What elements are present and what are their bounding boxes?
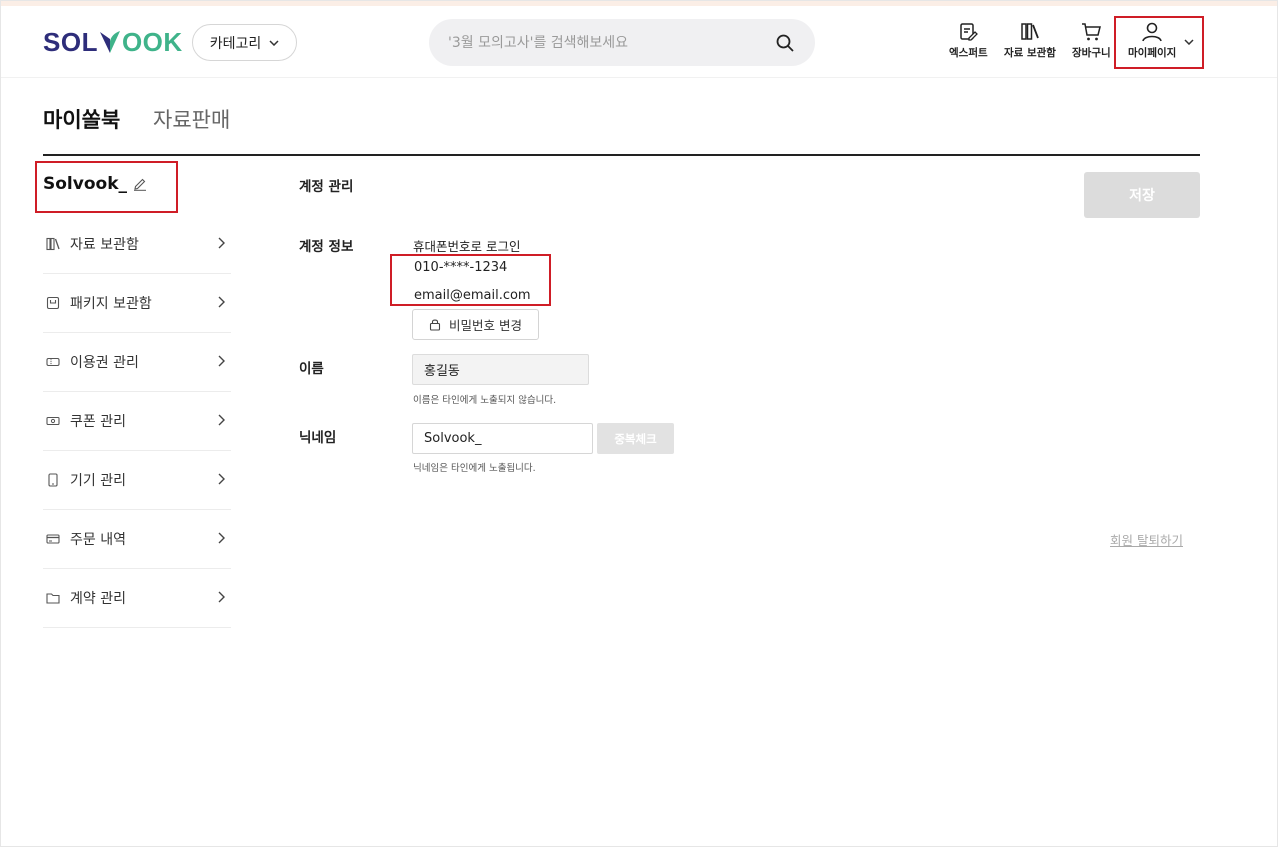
sidebar-menu: 자료 보관함 패키지 보관함 이용권 관리 쿠폰 관리 기기 관리 주문 내역 … — [43, 215, 231, 628]
mypage-chevron-down-icon[interactable] — [1184, 39, 1194, 45]
nickname-label: 닉네임 — [299, 430, 337, 446]
nav-cart-label: 장바구니 — [1072, 47, 1111, 59]
books-icon — [46, 236, 62, 252]
folder-icon — [46, 590, 62, 606]
nav-expert[interactable]: 엑스퍼트 — [949, 22, 988, 60]
save-button[interactable]: 저장 — [1084, 172, 1200, 218]
profile-name: Solvook_ — [43, 174, 147, 194]
email-address: email@email.com — [414, 288, 531, 303]
login-method-text: 휴대폰번호로 로그인 — [413, 239, 521, 254]
name-field — [412, 354, 589, 385]
chevron-right-icon — [218, 355, 225, 367]
search-input[interactable] — [448, 19, 768, 66]
tab-sell-materials[interactable]: 자료판매 — [153, 104, 230, 134]
change-password-button[interactable]: 비밀번호 변경 — [412, 309, 539, 340]
coupon-icon — [46, 413, 62, 429]
card-icon — [46, 531, 62, 547]
logo-text-left: SOL — [43, 26, 98, 57]
chevron-right-icon — [218, 296, 225, 308]
sidebar-item-label: 주문 내역 — [70, 532, 126, 548]
sidebar-item-label: 자료 보관함 — [70, 237, 139, 253]
name-label: 이름 — [299, 361, 324, 377]
package-icon — [46, 295, 62, 311]
sidebar-item-library[interactable]: 자료 보관함 — [43, 215, 231, 274]
chevron-right-icon — [218, 591, 225, 603]
search-icon[interactable] — [775, 33, 795, 53]
name-hint: 이름은 타인에게 노출되지 않습니다. — [413, 395, 557, 406]
expert-icon — [960, 23, 979, 41]
user-icon — [1142, 22, 1162, 42]
pencil-icon[interactable] — [133, 177, 147, 191]
phone-number: 010-****-1234 — [414, 260, 508, 275]
nickname-field[interactable] — [412, 423, 593, 454]
change-password-label: 비밀번호 변경 — [449, 318, 522, 333]
sidebar-item-device[interactable]: 기기 관리 — [43, 451, 231, 510]
nav-library[interactable]: 자료 보관함 — [1004, 22, 1056, 60]
logo-leaf-icon — [99, 31, 120, 53]
nickname-hint: 닉네임은 타인에게 노출됩니다. — [413, 463, 536, 474]
profile-name-text: Solvook_ — [43, 174, 127, 194]
sidebar-item-label: 쿠폰 관리 — [70, 414, 126, 430]
sidebar-item-ticket[interactable]: 이용권 관리 — [43, 333, 231, 392]
sidebar-item-package[interactable]: 패키지 보관함 — [43, 274, 231, 333]
nav-cart[interactable]: 장바구니 — [1072, 22, 1111, 60]
search-bar — [429, 19, 815, 66]
cart-icon — [1082, 23, 1102, 41]
chevron-down-icon — [269, 39, 279, 46]
library-icon — [1021, 23, 1039, 40]
chevron-right-icon — [218, 237, 225, 249]
sidebar-item-contract[interactable]: 계약 관리 — [43, 569, 231, 628]
chevron-right-icon — [218, 414, 225, 426]
sidebar-item-label: 이용권 관리 — [70, 355, 139, 371]
nav-mypage[interactable]: 마이페이지 — [1128, 22, 1176, 60]
tab-divider — [43, 154, 1200, 156]
nav-expert-label: 엑스퍼트 — [949, 47, 988, 59]
sidebar-item-label: 계약 관리 — [70, 591, 126, 607]
sidebar-item-label: 기기 관리 — [70, 473, 126, 489]
chevron-right-icon — [218, 532, 225, 544]
sidebar-item-coupon[interactable]: 쿠폰 관리 — [43, 392, 231, 451]
logo-text-right: OOK — [121, 26, 183, 57]
ticket-icon — [46, 354, 62, 370]
logo[interactable]: SOL OOK — [43, 26, 183, 57]
header: SOL OOK 카테고리 엑스퍼트 자료 보관함 장바구니 마이페이지 — [0, 6, 1278, 78]
nav-mypage-label: 마이페이지 — [1128, 47, 1177, 59]
sidebar-item-orders[interactable]: 주문 내역 — [43, 510, 231, 569]
section-title: 계정 관리 — [299, 179, 354, 195]
category-label: 카테고리 — [209, 35, 262, 52]
lock-icon — [429, 319, 441, 331]
device-icon — [46, 472, 62, 488]
category-button[interactable]: 카테고리 — [192, 24, 297, 61]
withdraw-link[interactable]: 회원 탈퇴하기 — [1110, 530, 1183, 549]
tab-mysolvook[interactable]: 마이쏠북 — [43, 104, 120, 134]
account-info-label: 계정 정보 — [299, 239, 354, 255]
chevron-right-icon — [218, 473, 225, 485]
sidebar-item-label: 패키지 보관함 — [70, 296, 152, 312]
nav-library-label: 자료 보관함 — [1004, 47, 1056, 59]
duplicate-check-button[interactable]: 중복체크 — [597, 423, 674, 454]
